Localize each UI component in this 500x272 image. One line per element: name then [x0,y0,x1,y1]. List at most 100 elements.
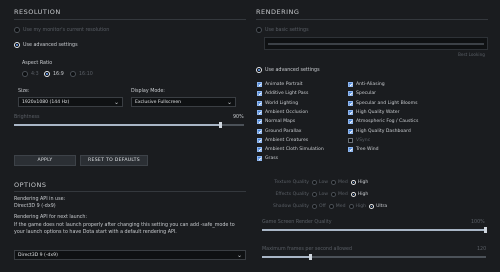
apply-button[interactable]: APPLY [14,155,76,166]
vsync-checkbox[interactable]: VSync [348,137,370,143]
radio-indicator [14,42,20,48]
rendering-api-select[interactable]: Direct3D 9 (-dx9) ⌄ [14,250,246,260]
size-label: Size: [18,89,30,94]
high-quality-dashboard-checkbox[interactable]: High Quality Dashboard [348,128,411,134]
radio-indicator [70,71,76,77]
api-next-launch-label: Rendering API for next launch: [14,215,88,220]
texture-quality-low-radio[interactable]: Low [312,180,328,185]
aspect-16-9-label: 16:9 [53,71,64,77]
world-lighting-checkbox[interactable]: World Lighting [257,100,298,106]
effects-quality-med-radio[interactable]: Med [331,192,348,197]
radio-indicator [350,192,356,197]
texture-quality-high-radio[interactable]: High [350,180,368,185]
display-mode-select[interactable]: Exclusive Fullscreen ⌄ [131,97,236,107]
effects-quality-row: Effects Quality Low Med High [262,192,368,197]
radio-indicator [331,180,337,185]
use-advanced-resolution-label: Use advanced settings [23,42,78,48]
options-divider [14,191,246,192]
texture-quality-med-radio[interactable]: Med [331,180,348,185]
shadow-quality-med-radio[interactable]: Med [328,204,346,209]
chevron-down-icon: ⌄ [113,99,119,106]
ambient-occlusion-checkbox[interactable]: Ambient Occlusion [257,109,309,115]
use-advanced-rendering-radio[interactable]: Use advanced settings [256,67,320,73]
normal-maps-label: Normal Maps [265,119,296,125]
radio-indicator [312,180,317,185]
basic-quality-slider-track [268,43,484,45]
texture-quality-med-label: Med [338,180,348,185]
shadow-quality-ultra-radio[interactable]: Ultra [369,204,387,209]
radio-indicator [331,192,337,197]
checkbox-indicator [257,119,262,125]
max-fps-slider-handle[interactable] [309,254,312,260]
max-fps-slider-fill [262,256,311,258]
shadow-quality-row: Shadow Quality Off Med High Ultra [262,204,387,209]
checkbox-indicator [257,137,262,143]
radio-indicator [22,71,28,77]
tree-wind-checkbox[interactable]: Tree Wind [348,147,379,153]
radio-indicator [256,27,262,33]
high-quality-water-label: High Quality Water [356,109,400,115]
max-fps-value: 120 [477,247,487,252]
reset-to-defaults-button[interactable]: RESET TO DEFAULTS [80,155,148,166]
radio-indicator [350,180,356,185]
checkbox-indicator [257,147,262,153]
additive-light-pass-checkbox[interactable]: Additive Light Pass [257,91,308,97]
render-quality-slider-fill [262,229,486,231]
aspect-4-3-radio[interactable]: 4:3 [22,71,39,77]
checkbox-indicator [348,82,353,87]
ambient-cloth-simulation-label: Ambient Cloth Simulation [265,147,324,153]
rendering-divider [256,19,488,20]
shadow-quality-high-label: High [355,204,367,209]
brightness-value: 90% [233,115,244,120]
shadow-quality-ultra-label: Ultra [376,204,388,209]
effects-quality-med-label: Med [338,192,348,197]
use-basic-settings-label: Use basic settings [265,27,309,33]
texture-quality-low-label: Low [319,180,329,185]
ground-parallax-label: Ground Parallax [265,128,302,134]
animate-portrait-checkbox[interactable]: Animate Portrait [257,82,303,87]
checkbox-indicator [257,100,262,106]
use-advanced-resolution-radio[interactable]: Use advanced settings [14,42,78,48]
use-monitor-resolution-radio[interactable]: Use my monitor's current resolution [14,27,109,33]
ambient-cloth-simulation-checkbox[interactable]: Ambient Cloth Simulation [257,147,324,153]
best-looking-label: Best Looking [458,52,485,57]
specular-checkbox[interactable]: Specular [348,91,377,97]
use-advanced-rendering-label: Use advanced settings [265,67,320,73]
specular-and-light-blooms-checkbox[interactable]: Specular and Light Blooms [348,100,418,106]
ambient-occlusion-label: Ambient Occlusion [265,109,309,115]
radio-indicator [256,67,262,73]
aspect-16-9-radio[interactable]: 16:9 [44,71,64,77]
size-select[interactable]: 1920x1080 (144 Hz) ⌄ [18,97,123,107]
shadow-quality-high-radio[interactable]: High [348,204,367,209]
radio-indicator [312,192,317,197]
grass-checkbox[interactable]: Grass [257,156,278,162]
specular-and-light-blooms-label: Specular and Light Blooms [356,100,418,106]
effects-quality-high-radio[interactable]: High [350,192,368,197]
normal-maps-checkbox[interactable]: Normal Maps [257,119,296,125]
effects-quality-low-radio[interactable]: Low [312,192,328,197]
rendering-header: RENDERING [256,8,300,16]
shadow-quality-off-radio[interactable]: Off [312,204,326,209]
aspect-4-3-label: 4:3 [31,71,39,77]
api-safe-mode-note: If the game does not launch properly aft… [14,223,235,235]
radio-indicator [348,204,354,209]
aspect-16-10-radio[interactable]: 16:10 [70,71,93,77]
high-quality-water-checkbox[interactable]: High Quality Water [348,109,400,115]
render-quality-slider-handle[interactable] [484,227,487,233]
radio-indicator [14,27,20,33]
use-basic-settings-radio[interactable]: Use basic settings [256,27,309,33]
api-in-use-value: Direct3D 9 (-dx9) [14,204,56,209]
radio-indicator [312,204,317,209]
atmospheric-fog-caustics-checkbox[interactable]: Atmospheric Fog / Caustics [348,119,418,125]
anti-aliasing-checkbox[interactable]: Anti-Aliasing [348,82,385,87]
checkbox-indicator [348,147,353,153]
chevron-down-icon: ⌄ [226,99,232,106]
api-in-use-label: Rendering API in use: [14,197,66,202]
brightness-slider-handle[interactable] [219,122,222,128]
ambient-creatures-checkbox[interactable]: Ambient Creatures [257,137,308,143]
ground-parallax-checkbox[interactable]: Ground Parallax [257,128,302,134]
texture-quality-row: Texture Quality Low Med High [262,180,368,185]
animate-portrait-label: Animate Portrait [265,82,303,87]
radio-indicator [44,71,50,77]
specular-label: Specular [356,91,377,97]
